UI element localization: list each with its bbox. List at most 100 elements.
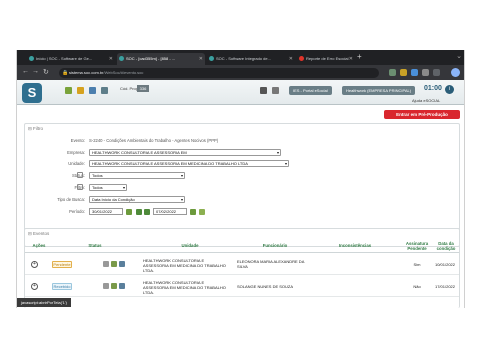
row-data: 17/01/2022 (434, 284, 456, 289)
status-badge: Recebido (52, 283, 72, 290)
browser-status-bar: javascript:abrirPorTela('1') (17, 298, 71, 307)
error-favicon-icon (299, 56, 304, 61)
filter-panel-title[interactable]: ⊟ Filtro (28, 126, 43, 132)
new-tab-icon[interactable]: + (357, 52, 362, 61)
next-period-icon[interactable] (144, 209, 150, 215)
browser-tab-4[interactable]: Reporte de Erro Esocial ✕ (297, 53, 355, 65)
close-icon[interactable]: ✕ (349, 53, 353, 65)
unidade-label: Unidade: (68, 161, 85, 166)
info-icon[interactable] (77, 184, 83, 190)
url-path: /WebSoc/#/evento.soc (103, 70, 144, 75)
help-link[interactable]: Ajuda eSOCIAL (412, 98, 440, 103)
filter-title-text: Filtro (33, 126, 44, 131)
session-clock: 01:00 (424, 85, 442, 92)
info-icon[interactable] (77, 172, 83, 178)
url-bar[interactable]: 🔒 sistema.soc.com.br/WebSoc/#/evento.soc (59, 68, 379, 78)
extension-icon[interactable] (400, 69, 407, 76)
edit-icon[interactable] (103, 283, 109, 289)
chevron-down-icon: ▾ (122, 185, 125, 190)
back-arrow-icon[interactable]: ← (22, 68, 29, 75)
row-assinatura: Sim (413, 262, 421, 267)
chevron-down-icon: ▾ (180, 197, 183, 202)
expand-icon[interactable]: + (31, 283, 38, 290)
browser-tab-3[interactable]: SOC - Software Integrado de... ✕ (207, 53, 295, 65)
tab-label: Reporte de Erro Esocial (306, 56, 349, 61)
close-icon[interactable]: ✕ (199, 53, 203, 65)
cod-prog-input[interactable]: 336 (137, 85, 149, 92)
chevron-down-icon: ▾ (284, 161, 287, 166)
send-icon[interactable] (111, 261, 117, 267)
events-table-header: Ações Status Unidade Funcionário Inconsi… (25, 239, 459, 253)
row-funcionario: SOLANGE NUNES DE SOUZA (237, 284, 294, 289)
reload-icon[interactable]: ↻ (43, 68, 49, 76)
search-icon[interactable] (199, 209, 205, 215)
periodo-end-input[interactable]: 07/02/2022 (153, 208, 187, 215)
table-row[interactable]: + Recebido HEALTHWORK CONSULTORIA E ASSE… (25, 277, 459, 297)
lock-icon: 🔒 (62, 70, 69, 76)
tipo-busca-label: Tipo de Busca: (57, 197, 85, 202)
prev-period-icon[interactable] (136, 209, 142, 215)
events-panel-title[interactable]: ⊟ Eventos (28, 231, 49, 237)
calendar-icon[interactable] (190, 209, 196, 215)
col-assinatura: Assinatura Pendente (405, 241, 429, 251)
browser-tab-2[interactable]: SOC - [cad355m] - [858 - ... ✕ (117, 53, 205, 65)
extension-icon[interactable] (411, 69, 418, 76)
clock-icon[interactable]: i (445, 85, 454, 94)
profile-avatar[interactable] (451, 68, 460, 77)
window-menu-icon[interactable]: ⌄ (456, 52, 462, 60)
company-selector[interactable]: Healthwork (EMPRESA PRINCIPAL) (342, 86, 416, 95)
soc-favicon-icon (29, 56, 34, 61)
table-row[interactable]: + Pendente HEALTHWORK CONSULTORIA E ASSE… (25, 255, 459, 275)
settings-icon[interactable] (272, 87, 279, 94)
send-icon[interactable] (111, 283, 117, 289)
puzzle-icon[interactable] (433, 69, 440, 76)
browser-toolbar: ← → ↻ 🔒 sistema.soc.com.br/WebSoc/#/even… (17, 65, 464, 80)
filtro-select[interactable]: Todos ▾ (89, 184, 127, 191)
periodo-row: Período: 30/01/2022 07/02/2022 (25, 208, 455, 217)
edit-icon[interactable] (103, 261, 109, 267)
soc-favicon-icon (209, 56, 214, 61)
extension-icon[interactable] (422, 69, 429, 76)
status-badge: Pendente (52, 261, 72, 268)
unidade-select-value: HEALTHWORK CONSULTORIA E ASSESSORIA EM M… (92, 161, 248, 166)
events-title-text: Eventos (33, 231, 50, 236)
view-icon[interactable] (119, 261, 125, 267)
row-data: 10/01/2022 (434, 262, 456, 267)
forward-arrow-icon[interactable]: → (32, 68, 39, 75)
view-icon[interactable] (119, 283, 125, 289)
lightbulb-icon[interactable] (77, 87, 84, 94)
soc-logo[interactable]: S (22, 83, 42, 103)
periodo-label: Período: (69, 209, 85, 214)
col-funcionario: Funcionário (262, 243, 288, 248)
filtro-row: Filtro: Todos ▾ (25, 184, 455, 193)
calendar-icon[interactable] (126, 209, 132, 215)
check-icon[interactable] (65, 87, 72, 94)
tab-label: SOC - [cad355m] - [858 - ... (126, 56, 176, 61)
empresa-row: Empresa: HEALTHWORK CONSULTORIA E ASSESS… (25, 149, 455, 158)
user-icon[interactable] (101, 87, 108, 94)
col-status: Status (88, 243, 102, 248)
extension-icon[interactable] (389, 69, 396, 76)
enter-pre-production-button[interactable]: Entrar em Pré-Produção (384, 110, 460, 119)
empresa-select-value: HEALTHWORK CONSULTORIA E ASSESSORIA EM (92, 150, 187, 155)
periodo-start-input[interactable]: 30/01/2022 (89, 208, 123, 215)
esocial-portal-button[interactable]: IES - Portal eSocial (289, 86, 332, 95)
tipo-busca-select[interactable]: Data Início da Condição ▾ (89, 196, 185, 203)
row-unidade: HEALTHWORK CONSULTORIA E ASSESSORIA EM M… (143, 280, 226, 295)
empresa-select[interactable]: HEALTHWORK CONSULTORIA E ASSESSORIA EM ▾ (89, 149, 281, 156)
traffic-light-icon[interactable] (260, 87, 267, 94)
chevron-down-icon: ▾ (180, 173, 183, 178)
browser-tab-strip: Início | SOC - Software de Ge... ✕ SOC -… (17, 50, 464, 65)
star-icon[interactable] (89, 87, 96, 94)
expand-icon[interactable]: + (31, 261, 38, 268)
app-header: S Cód. Prog. 336 IES - Portal eSocial He… (17, 80, 464, 105)
close-icon[interactable]: ✕ (289, 53, 293, 65)
close-icon[interactable]: ✕ (109, 53, 113, 65)
status-select-value: Todos (92, 173, 103, 178)
unidade-select[interactable]: HEALTHWORK CONSULTORIA E ASSESSORIA EM M… (89, 160, 289, 167)
status-select[interactable]: Todos ▾ (89, 172, 185, 179)
col-acoes: Ações (32, 243, 46, 248)
row-assinatura: Não (413, 284, 421, 289)
browser-tab-1[interactable]: Início | SOC - Software de Ge... ✕ (27, 53, 115, 65)
soc-favicon-icon (119, 56, 124, 61)
